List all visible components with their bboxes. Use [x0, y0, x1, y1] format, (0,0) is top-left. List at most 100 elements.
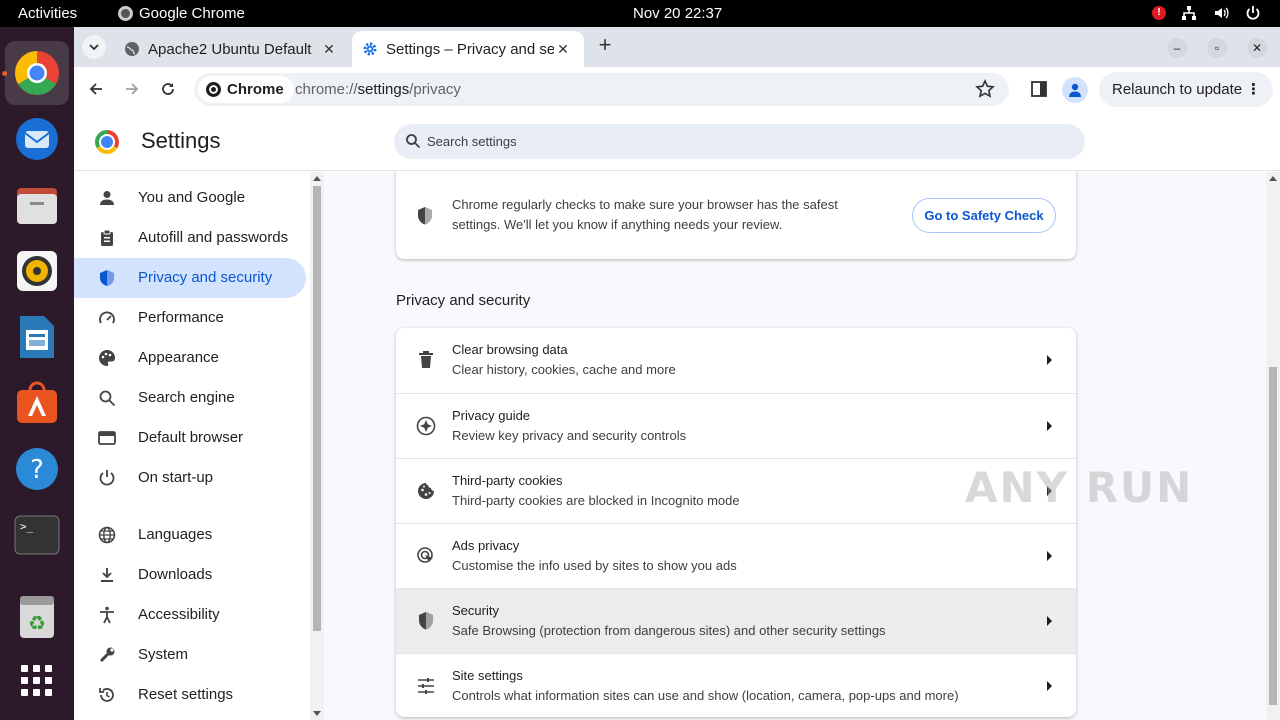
globe-icon — [97, 525, 117, 545]
scroll-up-arrow-icon[interactable] — [1269, 176, 1277, 181]
power-icon — [97, 468, 117, 488]
tab-settings[interactable]: Settings – Privacy and security ✕ — [352, 31, 584, 67]
kebab-menu-icon[interactable]: ⋮ — [1246, 72, 1261, 107]
tab-strip: Apache2 Ubuntu Default Page: It works ✕ … — [74, 27, 1280, 67]
sidebar-item-system[interactable]: System — [74, 635, 306, 675]
arrow-right-icon — [1047, 551, 1052, 561]
shield-icon — [97, 268, 117, 288]
relaunch-to-update-button[interactable]: Relaunch to update ⋮ — [1099, 72, 1273, 107]
address-bar[interactable]: Chrome chrome://settings/privacy — [194, 73, 1009, 106]
close-tab-icon[interactable]: ✕ — [554, 40, 572, 58]
row-privacy-guide[interactable]: Privacy guide Review key privacy and sec… — [396, 393, 1076, 458]
close-tab-icon[interactable]: ✕ — [320, 40, 338, 58]
chrome-icon — [206, 82, 221, 97]
network-icon[interactable] — [1180, 4, 1198, 22]
sidebar-item-performance[interactable]: Performance — [74, 298, 306, 338]
sidebar-item-search-engine[interactable]: Search engine — [74, 378, 306, 418]
search-settings-input[interactable] — [427, 124, 1067, 159]
app-menu[interactable]: Google Chrome — [118, 5, 245, 22]
app-grid-icon[interactable] — [5, 649, 69, 713]
forward-arrow-icon — [126, 83, 139, 95]
bookmark-star-icon[interactable] — [975, 79, 995, 104]
sidebar-item-on-startup[interactable]: On start-up — [74, 458, 306, 498]
row-site-settings[interactable]: Site settings Controls what information … — [396, 653, 1076, 717]
search-icon — [405, 133, 421, 154]
reset-icon — [97, 685, 117, 705]
sidebar-item-appearance[interactable]: Appearance — [74, 338, 306, 378]
sidebar-scrollbar[interactable] — [310, 172, 324, 720]
forward-button[interactable] — [122, 79, 142, 99]
minimize-button[interactable]: – — [1167, 38, 1187, 58]
settings-sidebar: You and Google Autofill and passwords Pr… — [74, 172, 310, 720]
sidebar-item-accessibility[interactable]: Accessibility — [74, 595, 306, 635]
tab-search-button[interactable] — [82, 35, 106, 59]
sidebar-item-languages[interactable]: Languages — [74, 515, 306, 555]
reload-icon — [162, 83, 174, 95]
safety-check-card: Chrome regularly checks to make sure you… — [396, 172, 1076, 259]
reload-button[interactable] — [158, 79, 178, 99]
back-button[interactable] — [86, 79, 106, 99]
clock[interactable]: Nov 20 22:37 — [633, 5, 722, 22]
go-to-safety-check-button[interactable]: Go to Safety Check — [912, 198, 1056, 233]
download-icon — [97, 565, 117, 585]
app-center-icon[interactable] — [5, 371, 69, 435]
url-text[interactable]: chrome://settings/privacy — [295, 81, 461, 98]
row-ads-privacy[interactable]: Ads privacy Customise the info used by s… — [396, 523, 1076, 588]
sidebar-item-downloads[interactable]: Downloads — [74, 555, 306, 595]
app-name: Google Chrome — [139, 5, 245, 22]
power-icon[interactable] — [1244, 4, 1262, 22]
safety-check-description: Chrome regularly checks to make sure you… — [452, 197, 838, 232]
volume-icon[interactable] — [1212, 4, 1230, 22]
gear-icon — [362, 41, 378, 57]
side-panel-icon[interactable] — [1030, 80, 1048, 103]
person-icon — [97, 188, 117, 208]
tab-title: Apache2 Ubuntu Default Page: It works — [148, 40, 316, 58]
arrow-right-icon — [1047, 355, 1052, 365]
privacy-and-security-card: Clear browsing data Clear history, cooki… — [396, 328, 1076, 717]
browser-icon — [97, 428, 117, 448]
profile-avatar[interactable] — [1062, 77, 1088, 103]
chrome-icon[interactable] — [5, 41, 69, 105]
watermark: ANY RUN — [965, 463, 1194, 512]
terminal-icon[interactable]: >_ — [5, 503, 69, 567]
scrollbar-thumb[interactable] — [1269, 367, 1277, 705]
new-tab-button[interactable]: + — [594, 34, 616, 57]
palette-icon — [97, 348, 117, 368]
svg-text:♻: ♻ — [28, 611, 46, 635]
activities-button[interactable]: Activities — [18, 5, 77, 22]
rhythmbox-icon[interactable] — [5, 239, 69, 303]
speedometer-icon — [97, 308, 117, 328]
tab-apache[interactable]: Apache2 Ubuntu Default Page: It works ✕ — [114, 31, 350, 67]
settings-header: Settings — [74, 113, 1280, 171]
scrollbar-thumb[interactable] — [313, 186, 321, 631]
section-heading: Privacy and security — [396, 292, 531, 309]
sidebar-item-autofill[interactable]: Autofill and passwords — [74, 218, 306, 258]
search-settings-box[interactable] — [394, 124, 1085, 159]
clipboard-icon — [97, 228, 117, 248]
site-info-chip[interactable]: Chrome — [198, 76, 294, 103]
main-scrollbar[interactable] — [1266, 172, 1280, 720]
trash-icon[interactable]: ♻ — [5, 585, 69, 649]
sidebar-item-you-and-google[interactable]: You and Google — [74, 178, 306, 218]
cookie-icon — [416, 481, 436, 501]
scroll-down-arrow-icon[interactable] — [313, 711, 321, 716]
row-clear-browsing-data[interactable]: Clear browsing data Clear history, cooki… — [396, 328, 1076, 393]
alert-icon[interactable]: ! — [1152, 6, 1166, 20]
close-window-button[interactable]: ✕ — [1247, 38, 1267, 58]
chip-label: Chrome — [227, 81, 284, 98]
globe-icon — [124, 41, 140, 57]
thunderbird-icon[interactable] — [5, 107, 69, 171]
maximize-button[interactable]: ▫ — [1207, 38, 1227, 58]
help-icon[interactable]: ? — [5, 437, 69, 501]
writer-icon[interactable] — [5, 305, 69, 369]
sidebar-item-reset-settings[interactable]: Reset settings — [74, 675, 306, 715]
svg-text:?: ? — [30, 455, 44, 485]
settings-main: Chrome regularly checks to make sure you… — [324, 172, 1266, 720]
sidebar-item-default-browser[interactable]: Default browser — [74, 418, 306, 458]
scroll-up-arrow-icon[interactable] — [313, 176, 321, 181]
sidebar-item-privacy-and-security[interactable]: Privacy and security — [74, 258, 306, 298]
accessibility-icon — [97, 605, 117, 625]
files-icon[interactable] — [5, 173, 69, 237]
system-tray[interactable]: ! — [1152, 4, 1262, 22]
row-security[interactable]: Security Safe Browsing (protection from … — [396, 588, 1076, 653]
